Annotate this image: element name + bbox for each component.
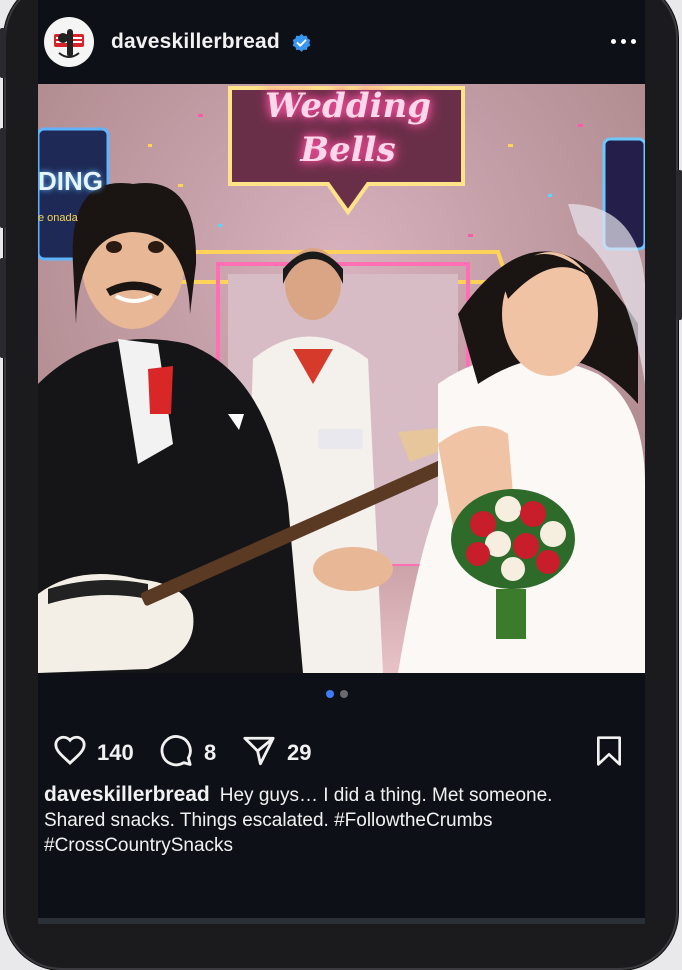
save-button[interactable] (593, 732, 627, 772)
heart-icon (54, 735, 86, 765)
send-icon (243, 736, 275, 766)
post-actions: 140 8 29 (38, 732, 645, 776)
share-button[interactable]: 29 (241, 732, 331, 772)
carousel-dot-active[interactable] (326, 690, 334, 698)
comment-icon (160, 735, 192, 767)
bookmark-icon (597, 736, 621, 766)
post-username[interactable]: daveskillerbread (111, 30, 280, 54)
avatar[interactable] (44, 17, 94, 67)
more-options-icon[interactable] (611, 30, 639, 52)
handshake (313, 547, 393, 591)
post-screen: daveskillerbread Wedding Bells DING e on… (38, 0, 645, 924)
like-button[interactable]: 140 (52, 732, 142, 772)
post-image[interactable]: Wedding Bells DING e onada (38, 84, 645, 673)
phone-side-button (676, 170, 682, 320)
phone-side-button (0, 258, 6, 358)
post-header: daveskillerbread (38, 0, 645, 84)
side-sign-small-text: e onada (38, 212, 78, 224)
comment-count: 8 (204, 740, 217, 765)
neon-sign-line-1: Wedding (265, 86, 431, 126)
caption-username[interactable]: daveskillerbread (44, 783, 210, 806)
like-count: 140 (97, 740, 134, 765)
phone-side-button (0, 128, 6, 228)
carousel-indicator (326, 690, 356, 700)
bread-logo-icon (45, 18, 93, 66)
neon-sign-line-2: Bells (300, 130, 396, 170)
side-neon-sign: DING (38, 166, 103, 196)
comment-button[interactable]: 8 (159, 732, 225, 772)
phone-side-button (0, 28, 6, 78)
wedding-scene-illustration (38, 84, 645, 673)
divider (38, 918, 645, 924)
post-caption: daveskillerbread Hey guys… I did a thing.… (44, 782, 604, 858)
carousel-dot[interactable] (340, 690, 348, 698)
share-count: 29 (287, 740, 312, 765)
verified-badge-icon (292, 33, 311, 52)
